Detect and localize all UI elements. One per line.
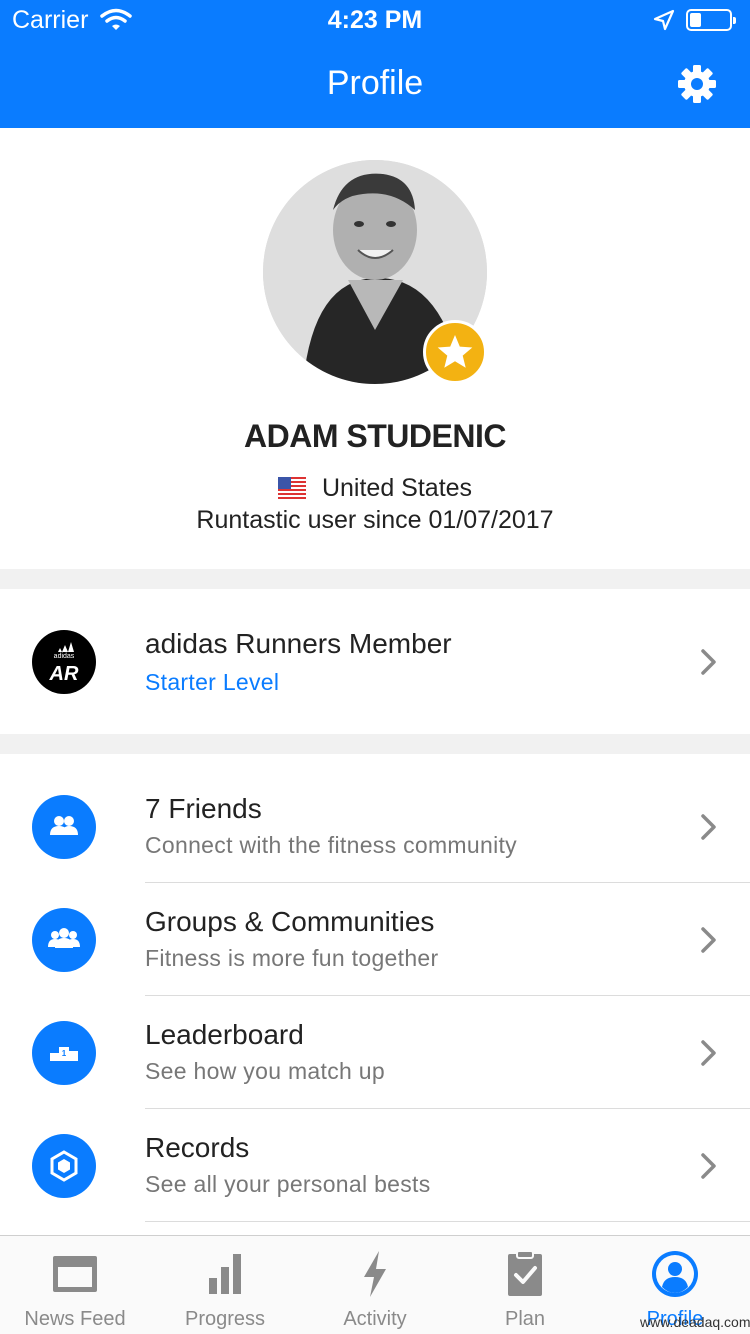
row-subtitle: Fitness is more fun together [145,945,439,971]
membership-level[interactable]: Starter Level [145,669,279,696]
watermark: www.deadaq.com [640,1314,750,1330]
chevron-right-icon [701,649,716,675]
tab-bar: News Feed Progress Activity Plan Profile [0,1235,750,1334]
records-icon [32,1134,96,1198]
tab-label: Activity [343,1308,407,1330]
member-since: Runtastic user since 01/07/2017 [196,506,554,534]
tab-news-feed[interactable]: News Feed [0,1236,150,1334]
tab-label: Progress [184,1308,266,1330]
groups-row[interactable]: Groups & Communities Fitness is more fun… [0,883,750,995]
tab-activity[interactable]: Activity [300,1236,450,1334]
star-icon [437,335,473,368]
row-title: Leaderboard [145,1019,304,1050]
adidas-wordmark: adidas [54,653,75,660]
profile-name: ADAM STUDENIC [244,418,506,454]
row-subtitle: See how you match up [145,1058,385,1084]
adidas-runners-icon: adidas AR [49,642,79,685]
membership-row[interactable]: adidas AR adidas Runners Member Starter … [0,605,750,717]
adidas-runners-logo: adidas AR [32,630,96,694]
tab-label: News Feed [24,1308,126,1330]
progress-icon [209,1254,241,1294]
records-row[interactable]: Records See all your personal bests [0,1109,750,1221]
podium-icon: 1 [32,1021,96,1085]
svg-text:1: 1 [62,1049,67,1058]
activity-icon [364,1251,386,1297]
row-title: Records [145,1132,250,1163]
chevron-right-icon [701,1153,716,1179]
tab-label: Plan [504,1308,546,1330]
row-title: Groups & Communities [145,906,435,937]
tab-progress[interactable]: Progress [150,1236,300,1334]
row-subtitle: See all your personal bests [145,1171,431,1197]
section-separator [0,569,750,589]
tab-plan[interactable]: Plan [450,1236,600,1334]
friends-row[interactable]: 7 Friends Connect with the fitness commu… [0,770,750,882]
battery-level [690,13,701,27]
chevron-right-icon [701,1040,716,1066]
page-title: Profile [326,64,424,102]
top-bar: Carrier 4:23 PM Profile [0,0,750,128]
gear-icon[interactable] [677,64,717,104]
friends-icon [32,795,96,859]
country-label: United States [321,474,473,502]
country-row: United States [0,474,750,503]
profile-icon [652,1251,698,1297]
row-divider [145,1221,750,1222]
news-feed-icon [53,1256,97,1292]
battery-icon [686,9,736,31]
groups-icon [32,908,96,972]
us-flag-icon [277,477,306,499]
ar-monogram: AR [49,663,79,685]
membership-title: adidas Runners Member [145,628,452,659]
plan-icon [508,1250,542,1296]
leaderboard-row[interactable]: 1 Leaderboard See how you match up [0,996,750,1108]
clock: 4:23 PM [327,6,423,34]
chevron-right-icon [701,814,716,840]
location-arrow-icon [653,9,675,31]
row-subtitle: Connect with the fitness community [145,832,517,858]
row-title: 7 Friends [145,793,262,824]
status-bar: Carrier 4:23 PM [0,0,750,40]
section-separator [0,734,750,754]
chevron-right-icon [701,927,716,953]
premium-badge [423,320,487,384]
